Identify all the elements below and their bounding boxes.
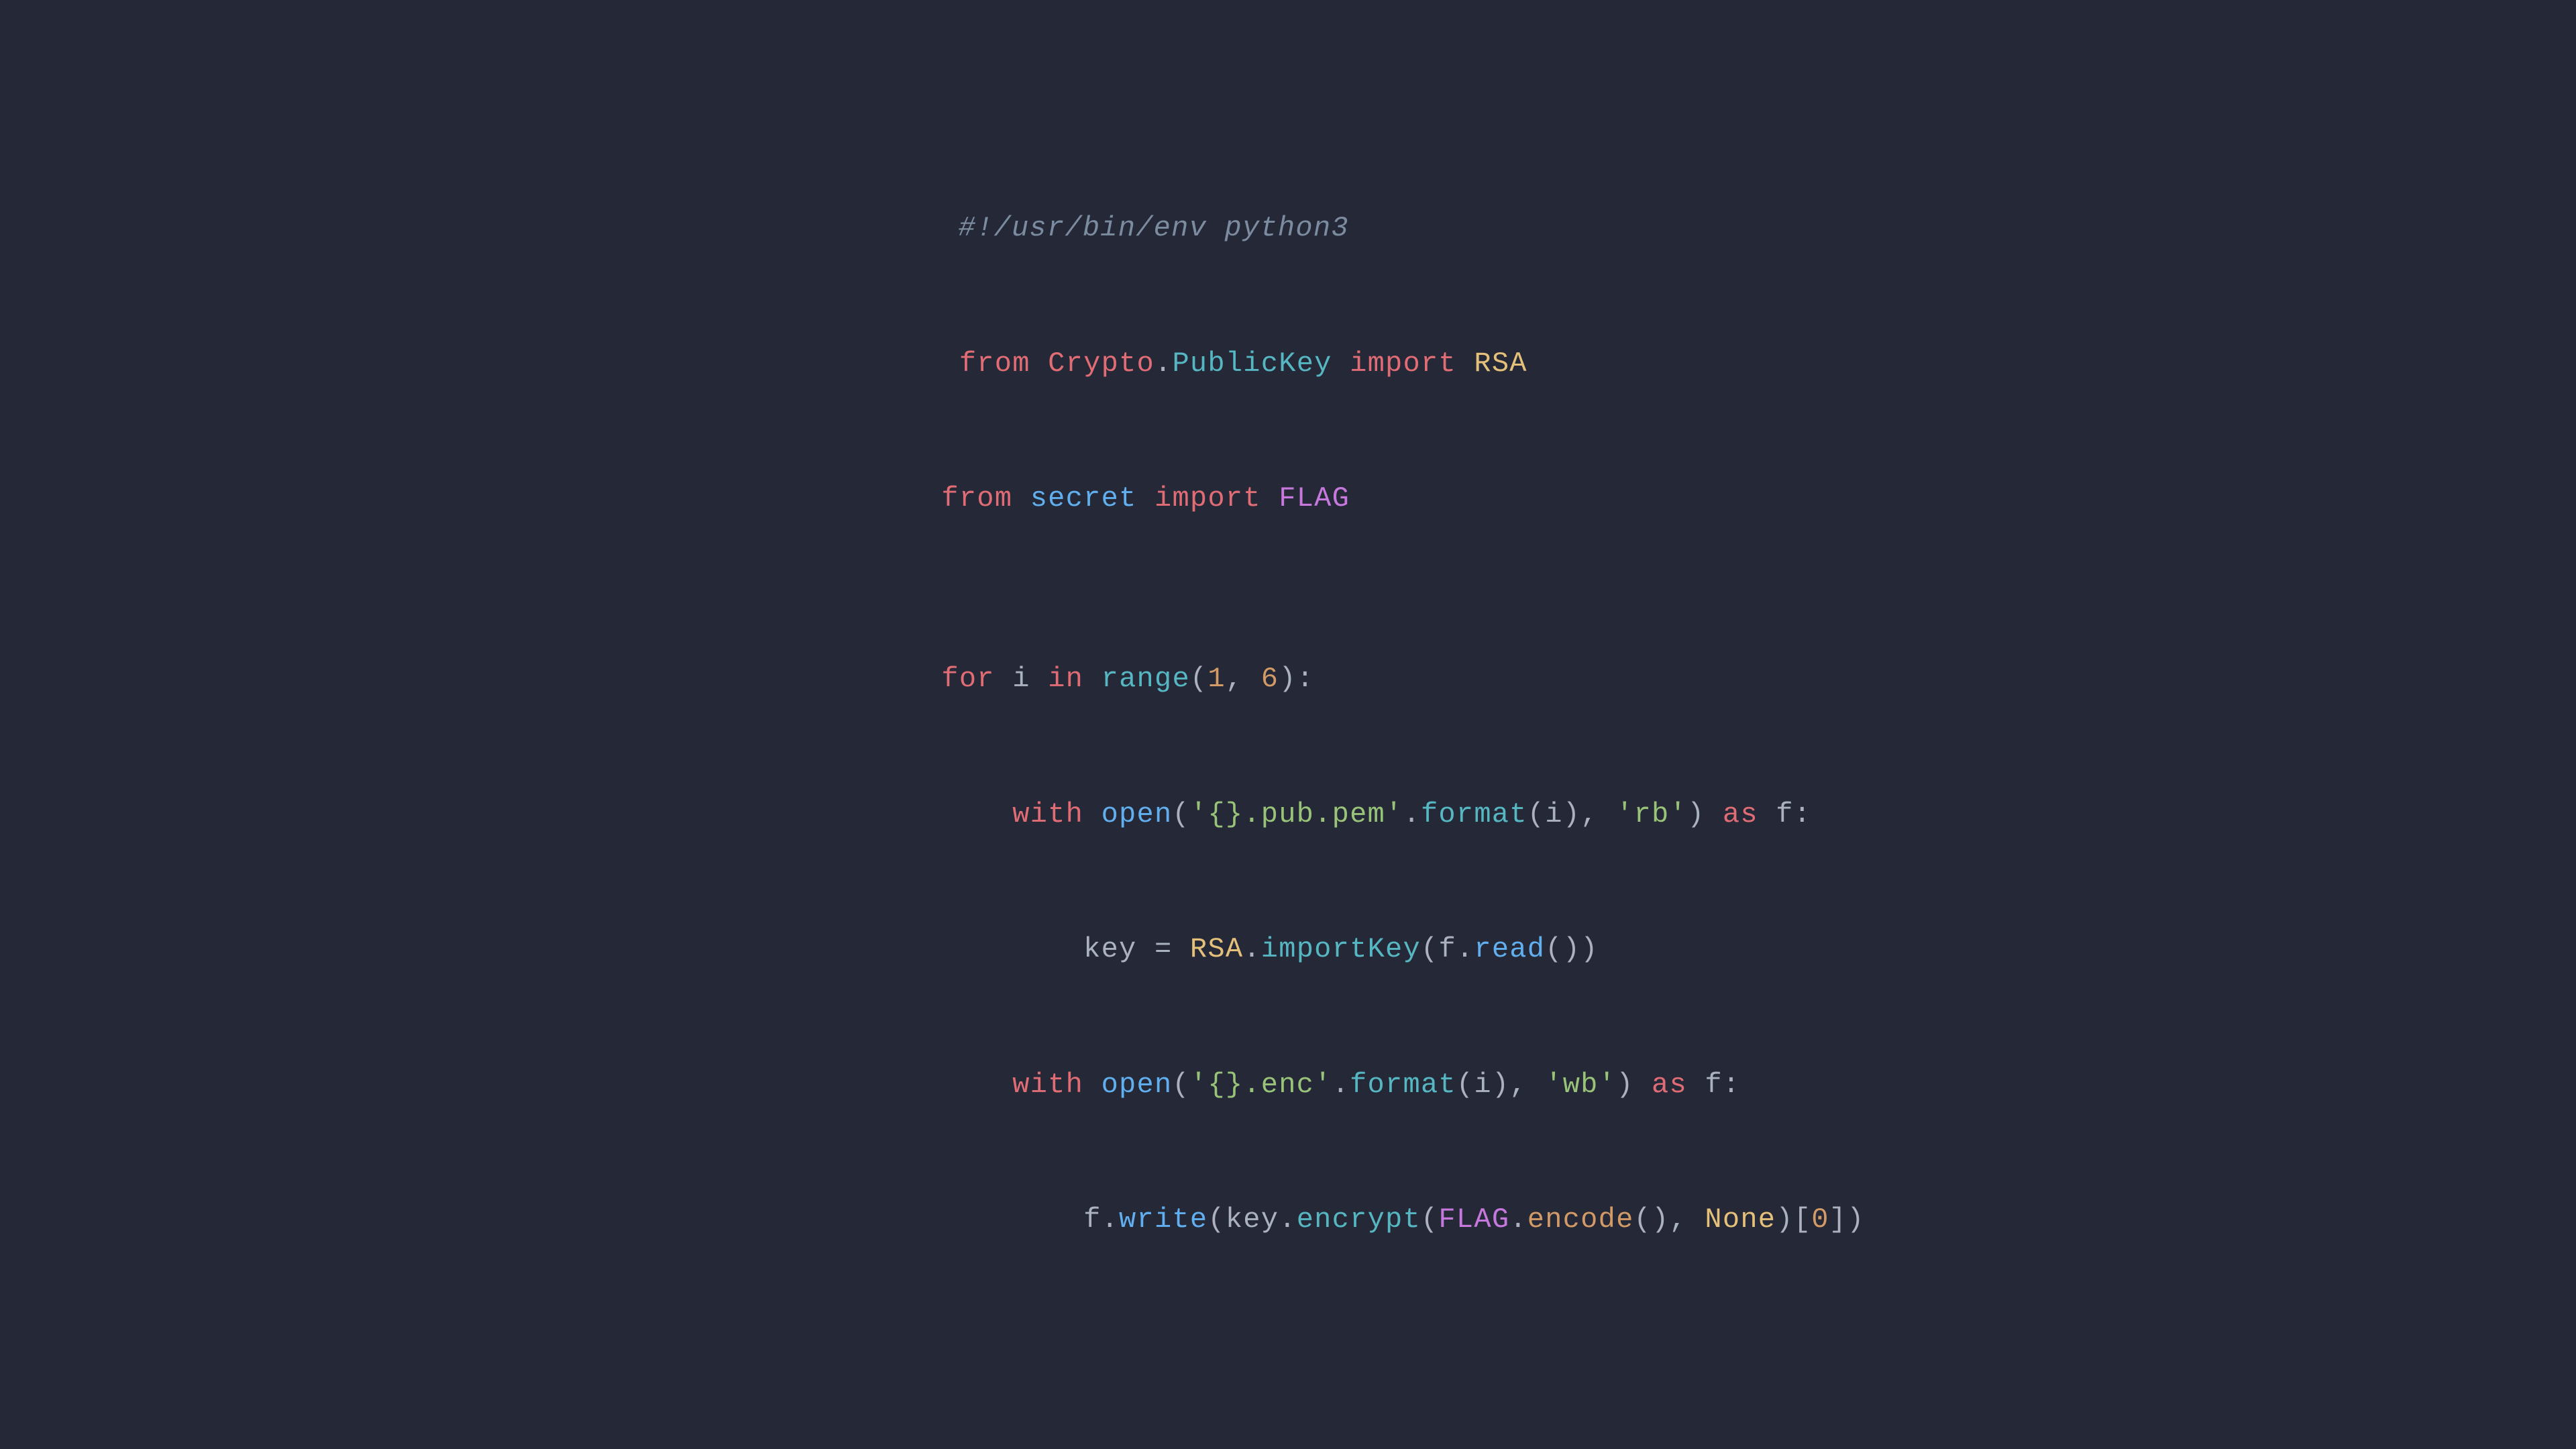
shebang-comment: #!/usr/bin/env python3 bbox=[959, 212, 1349, 244]
line-forloop: for i in range(1, 6): bbox=[871, 612, 1865, 747]
empty-line-1 bbox=[871, 567, 1865, 612]
line-shebang: #!/usr/bin/env python3 bbox=[871, 161, 1865, 297]
line-with2: with open('{}.enc'.format(i), 'wb') as f… bbox=[871, 1018, 1865, 1153]
line-with1: with open('{}.pub.pem'.format(i), 'rb') … bbox=[871, 747, 1865, 883]
code-block: #!/usr/bin/env python3 from Crypto.Publi… bbox=[871, 161, 1865, 1288]
line-key: key = RSA.importKey(f.read()) bbox=[871, 882, 1865, 1018]
line-import2: from secret import FLAG bbox=[871, 431, 1865, 567]
line-import1: from Crypto.PublicKey import RSA bbox=[871, 297, 1865, 432]
line-write: f.write(key.encrypt(FLAG.encode(), None)… bbox=[871, 1152, 1865, 1288]
